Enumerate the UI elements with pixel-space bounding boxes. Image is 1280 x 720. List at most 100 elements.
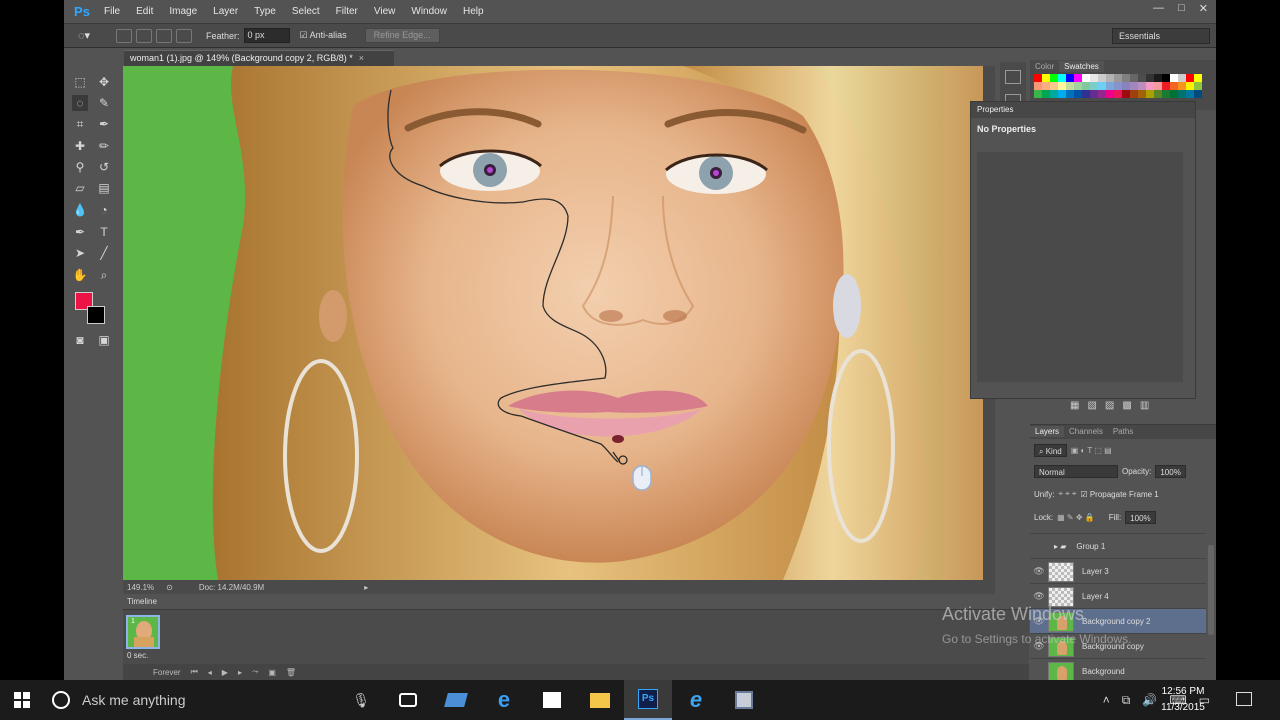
crop-tool-icon[interactable]: ⌗ — [72, 116, 88, 132]
screen-mode-icon[interactable]: ▣ — [96, 332, 112, 348]
menu-window[interactable]: Window — [411, 6, 447, 17]
swatch-chip[interactable] — [1050, 90, 1058, 98]
swatch-chip[interactable] — [1194, 90, 1202, 98]
taskbar-app-disk[interactable] — [720, 680, 768, 720]
swatch-chip[interactable] — [1146, 90, 1154, 98]
tab-color[interactable]: Color — [1030, 61, 1059, 72]
swatch-chip[interactable] — [1098, 82, 1106, 90]
adjust-icon-5[interactable]: ▥ — [1140, 400, 1149, 414]
swatch-chip[interactable] — [1122, 90, 1130, 98]
document-tab[interactable]: woman1 (1).jpg @ 149% (Background copy 2… — [124, 50, 394, 66]
history-panel-icon[interactable] — [1005, 70, 1021, 84]
swatch-chip[interactable] — [1034, 82, 1042, 90]
layer-visibility-icon[interactable]: 👁 — [1030, 591, 1048, 602]
refine-edge-button[interactable]: Refine Edge... — [364, 28, 440, 43]
frame-delay-select[interactable]: 0 sec. — [127, 651, 148, 660]
layers-scrollbar[interactable] — [1208, 545, 1214, 635]
clone-stamp-icon[interactable]: ⚲ — [72, 159, 88, 175]
menu-edit[interactable]: Edit — [136, 6, 153, 17]
swatch-chip[interactable] — [1082, 74, 1090, 82]
pen-tool-icon[interactable]: ✒ — [72, 224, 88, 240]
eraser-tool-icon[interactable]: ▱ — [72, 180, 88, 196]
next-frame-icon[interactable]: ▸ — [238, 668, 242, 677]
properties-header[interactable]: Properties — [971, 102, 1195, 118]
swatch-chip[interactable] — [1050, 74, 1058, 82]
tray-network-device-icon[interactable]: ⧉ — [1122, 693, 1131, 708]
taskbar-app-ie[interactable]: e — [672, 680, 720, 720]
taskbar-app-tablet[interactable] — [432, 680, 480, 720]
swatch-chip[interactable] — [1066, 82, 1074, 90]
swatch-chip[interactable] — [1066, 74, 1074, 82]
menu-layer[interactable]: Layer — [213, 6, 238, 17]
play-icon[interactable]: ▶ — [222, 668, 228, 677]
export-icon[interactable]: ⊙ — [166, 583, 173, 592]
swatch-chip[interactable] — [1186, 90, 1194, 98]
swatch-chip[interactable] — [1058, 74, 1066, 82]
document-canvas[interactable] — [123, 66, 983, 580]
swatch-chip[interactable] — [1082, 90, 1090, 98]
microphone-icon[interactable]: 🎙 — [352, 692, 370, 709]
feather-input[interactable]: 0 px — [243, 28, 290, 43]
zoom-tool-icon[interactable]: ⌕ — [96, 267, 112, 283]
swatch-chip[interactable] — [1170, 74, 1178, 82]
swatch-chip[interactable] — [1106, 74, 1114, 82]
intersect-selection-icon[interactable] — [176, 28, 192, 43]
filter-icons[interactable]: ▣ ◐ T ⬚ ▤ — [1071, 446, 1112, 455]
swatch-chip[interactable] — [1058, 82, 1066, 90]
swatch-grid[interactable] — [1034, 74, 1204, 98]
swatch-chip[interactable] — [1050, 82, 1058, 90]
gradient-tool-icon[interactable]: ▤ — [96, 180, 112, 196]
minimize-button[interactable]: — — [1153, 2, 1164, 15]
adjust-icon-3[interactable]: ▨ — [1105, 400, 1114, 414]
swatch-chip[interactable] — [1034, 74, 1042, 82]
clock[interactable]: 12:56 PM 11/3/2015 — [1152, 684, 1214, 716]
swatch-chip[interactable] — [1178, 82, 1186, 90]
swatch-chip[interactable] — [1042, 82, 1050, 90]
swatch-chip[interactable] — [1162, 90, 1170, 98]
swatch-chip[interactable] — [1138, 74, 1146, 82]
marquee-tool-icon[interactable]: ⬚ — [72, 74, 88, 90]
blend-mode-select[interactable]: Normal — [1034, 464, 1118, 478]
healing-brush-icon[interactable]: ✚ — [72, 138, 88, 154]
swatch-chip[interactable] — [1130, 74, 1138, 82]
path-select-icon[interactable]: ➤ — [72, 245, 88, 261]
menu-type[interactable]: Type — [254, 6, 276, 17]
menu-select[interactable]: Select — [292, 6, 320, 17]
swatch-chip[interactable] — [1146, 82, 1154, 90]
type-tool-icon[interactable]: T — [96, 224, 112, 240]
swatch-chip[interactable] — [1122, 74, 1130, 82]
swatch-chip[interactable] — [1154, 90, 1162, 98]
first-frame-icon[interactable]: ⏮ — [191, 667, 198, 677]
kind-filter-select[interactable]: ⌕ Kind — [1034, 443, 1067, 457]
close-tab-icon[interactable]: × — [359, 53, 364, 63]
action-center-icon[interactable] — [1236, 692, 1252, 706]
adjust-icon-4[interactable]: ▩ — [1122, 400, 1131, 414]
adjust-icon-2[interactable]: ▧ — [1087, 400, 1096, 414]
swatch-chip[interactable] — [1074, 82, 1082, 90]
tab-channels[interactable]: Channels — [1064, 426, 1108, 437]
swatch-chip[interactable] — [1154, 74, 1162, 82]
swatch-chip[interactable] — [1170, 82, 1178, 90]
swatch-chip[interactable] — [1162, 74, 1170, 82]
menu-image[interactable]: Image — [169, 6, 197, 17]
lock-icons[interactable]: ▦ ✎ ✥ 🔒 — [1057, 513, 1095, 522]
hand-tool-icon[interactable]: ✋ — [72, 267, 88, 283]
workspace-select[interactable]: Essentials — [1112, 28, 1210, 44]
swatch-chip[interactable] — [1130, 82, 1138, 90]
tab-layers[interactable]: Layers — [1030, 426, 1065, 437]
swatch-chip[interactable] — [1138, 90, 1146, 98]
unify-icons[interactable]: ⌖ ⌖ ⌖ — [1058, 489, 1076, 499]
duplicate-frame-icon[interactable]: ▣ — [268, 668, 276, 677]
move-tool-icon[interactable]: ✥ — [96, 74, 112, 90]
swatch-chip[interactable] — [1154, 82, 1162, 90]
swatch-chip[interactable] — [1114, 74, 1122, 82]
zoom-level[interactable]: 149.1% — [127, 583, 154, 592]
delete-frame-icon[interactable]: 🗑 — [286, 668, 296, 677]
line-tool-icon[interactable]: ╱ — [96, 245, 112, 261]
tab-paths[interactable]: Paths — [1108, 426, 1138, 437]
add-selection-icon[interactable] — [136, 28, 152, 43]
adjust-icon-1[interactable]: ▦ — [1070, 400, 1079, 414]
new-selection-icon[interactable] — [116, 28, 132, 43]
background-color-swatch[interactable] — [87, 306, 105, 324]
propagate-checkbox[interactable]: ☑ Propagate Frame 1 — [1080, 490, 1158, 499]
